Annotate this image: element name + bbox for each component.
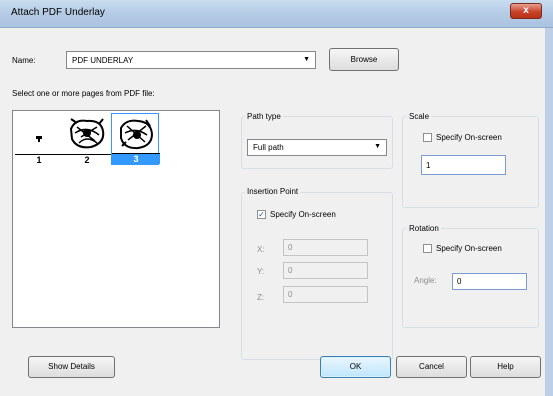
path-type-group: Full path ▼	[241, 116, 393, 169]
window-border	[545, 28, 553, 396]
browse-label: Browse	[350, 55, 378, 64]
path-type-title: Path type	[245, 112, 283, 121]
cancel-button[interactable]: Cancel	[396, 356, 467, 378]
close-button[interactable]: x	[510, 3, 542, 19]
insertion-specify-checkbox[interactable]: ✓	[257, 210, 266, 219]
x-input[interactable]: 0	[283, 239, 368, 256]
dialog-body: Name: PDF UNDERLAY ▼ Browse Select one o…	[0, 28, 545, 396]
show-details-button[interactable]: Show Details	[28, 356, 115, 378]
scale-title: Scale	[407, 112, 432, 121]
page-thumbnail-1[interactable]: 1	[15, 113, 63, 165]
y-label: Y:	[257, 267, 265, 276]
name-value: PDF UNDERLAY	[72, 56, 134, 65]
x-value: 0	[288, 243, 293, 252]
rotation-specify-checkbox[interactable]	[423, 244, 432, 253]
page-list[interactable]: 1 2 3	[12, 110, 220, 328]
page-number: 1	[15, 154, 63, 165]
pages-prompt: Select one or more pages from PDF file:	[12, 89, 155, 98]
ok-label: OK	[349, 362, 362, 371]
page-preview-icon	[120, 119, 154, 150]
page-thumbnail-3[interactable]: 3	[111, 113, 160, 165]
name-dropdown[interactable]: PDF UNDERLAY ▼	[66, 51, 316, 69]
angle-input[interactable]: 0	[452, 273, 527, 290]
angle-label: Angle:	[414, 276, 437, 285]
chevron-down-icon: ▼	[303, 56, 310, 63]
x-label: X:	[257, 245, 265, 254]
page-preview-icon	[69, 118, 105, 149]
help-label: Help	[497, 362, 514, 371]
y-value: 0	[288, 266, 293, 275]
show-details-label: Show Details	[48, 362, 95, 371]
insertion-specify-label: Specify On-screen	[270, 210, 336, 219]
y-input[interactable]: 0	[283, 262, 368, 279]
close-icon: x	[523, 5, 529, 16]
page-thumbnail-2[interactable]: 2	[63, 113, 111, 165]
z-label: Z:	[257, 293, 265, 302]
name-label: Name:	[12, 56, 36, 65]
scale-value: 1	[426, 161, 431, 170]
ok-button[interactable]: OK	[320, 356, 391, 378]
z-value: 0	[288, 290, 293, 299]
check-icon: ✓	[258, 210, 265, 219]
page-number: 2	[63, 154, 111, 165]
scale-specify-label: Specify On-screen	[436, 133, 502, 142]
window-title: Attach PDF Underlay	[11, 7, 105, 18]
chevron-down-icon: ▼	[374, 143, 381, 150]
insertion-point-title: Insertion Point	[245, 187, 301, 196]
scale-input[interactable]: 1	[421, 155, 506, 175]
cancel-label: Cancel	[419, 362, 444, 371]
path-type-value: Full path	[253, 143, 284, 152]
scale-specify-checkbox[interactable]	[423, 133, 432, 142]
help-button[interactable]: Help	[470, 356, 541, 378]
title-bar: Attach PDF Underlay x	[0, 0, 553, 28]
rotation-specify-label: Specify On-screen	[436, 244, 502, 253]
path-type-dropdown[interactable]: Full path ▼	[247, 139, 387, 156]
browse-button[interactable]: Browse	[329, 48, 399, 71]
z-input[interactable]: 0	[283, 286, 368, 303]
rotation-title: Rotation	[407, 224, 441, 233]
angle-value: 0	[457, 277, 462, 286]
page-number: 3	[112, 153, 160, 164]
page-preview-icon	[36, 136, 42, 142]
